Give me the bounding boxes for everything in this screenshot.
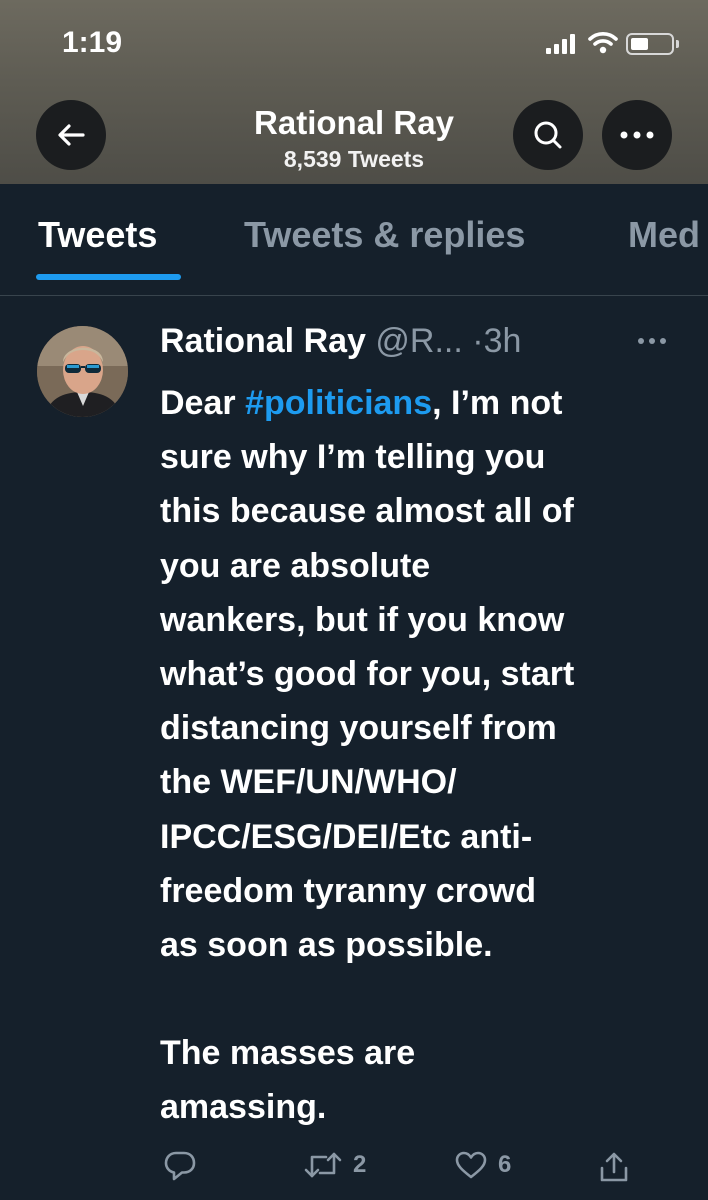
tab-tweets[interactable]: Tweets	[38, 214, 157, 256]
reply-icon	[164, 1151, 196, 1181]
avatar[interactable]	[37, 326, 128, 417]
retweet-count: 2	[353, 1151, 367, 1178]
tweet-line: The masses are	[160, 1034, 416, 1073]
more-options-button[interactable]	[602, 100, 672, 170]
tweet-line: sure why I’m telling you	[160, 438, 546, 477]
cellular-signal-icon	[546, 34, 575, 54]
retweet-button[interactable]: 2	[303, 1150, 366, 1180]
avatar-photo	[37, 326, 128, 417]
tweet-line: IPCC/ESG/DEI/Etc anti-	[160, 817, 533, 856]
reply-button[interactable]	[163, 1150, 197, 1182]
tweet-count: 8,539 Tweets	[283, 146, 425, 172]
tweet-line: this because almost all of	[160, 492, 574, 531]
heart-icon	[455, 1151, 487, 1179]
search-button[interactable]	[513, 100, 583, 170]
share-icon	[600, 1152, 628, 1182]
ellipsis-icon	[620, 131, 654, 139]
tweet-text-prefix: Dear	[160, 384, 246, 422]
wifi-icon	[588, 32, 618, 54]
tab-media[interactable]: Med	[628, 214, 700, 256]
tweet-line: freedom tyranny crowd	[160, 871, 536, 910]
tweet-more-icon[interactable]	[636, 336, 668, 346]
tweet-line: as soon as possible.	[160, 925, 493, 964]
tweet-text: Dear #politicians, I’m not sure why I’m …	[160, 376, 700, 1135]
tweet-line: wankers, but if you know	[160, 600, 565, 639]
active-tab-indicator	[36, 274, 181, 280]
tweet-header: Rational Ray @R... ·3h	[160, 322, 521, 361]
battery-icon	[626, 33, 674, 55]
share-button[interactable]	[598, 1150, 630, 1184]
tweet-text-suffix: , I’m not	[432, 384, 563, 422]
retweet-icon	[304, 1152, 342, 1178]
tweet-handle[interactable]: @R...	[375, 322, 462, 360]
tweet-line: amassing.	[160, 1088, 327, 1127]
tweet-line: Dear #politicians, I’m not	[160, 376, 700, 430]
tweet-line: distancing yourself from	[160, 709, 557, 748]
tweet-author-name[interactable]: Rational Ray	[160, 322, 366, 360]
tweet-actions: 2 6	[0, 1150, 708, 1190]
hashtag-link[interactable]: #politicians	[245, 384, 432, 422]
tweet-line: you are absolute	[160, 546, 431, 585]
profile-header: 1:19 Rational Ray 8,539 Tweets	[0, 0, 708, 184]
tweet-line: what’s good for you, start	[160, 654, 575, 693]
battery-nub	[676, 40, 679, 48]
status-time: 1:19	[62, 26, 123, 59]
tweet-time[interactable]: 3h	[484, 322, 522, 360]
meta-separator: ·	[472, 322, 484, 360]
tab-tweets-and-replies[interactable]: Tweets & replies	[244, 214, 525, 256]
like-count: 6	[498, 1151, 512, 1178]
tweet-line: the WEF/UN/WHO/	[160, 763, 457, 802]
search-icon	[534, 121, 562, 149]
like-button[interactable]: 6	[454, 1150, 511, 1180]
